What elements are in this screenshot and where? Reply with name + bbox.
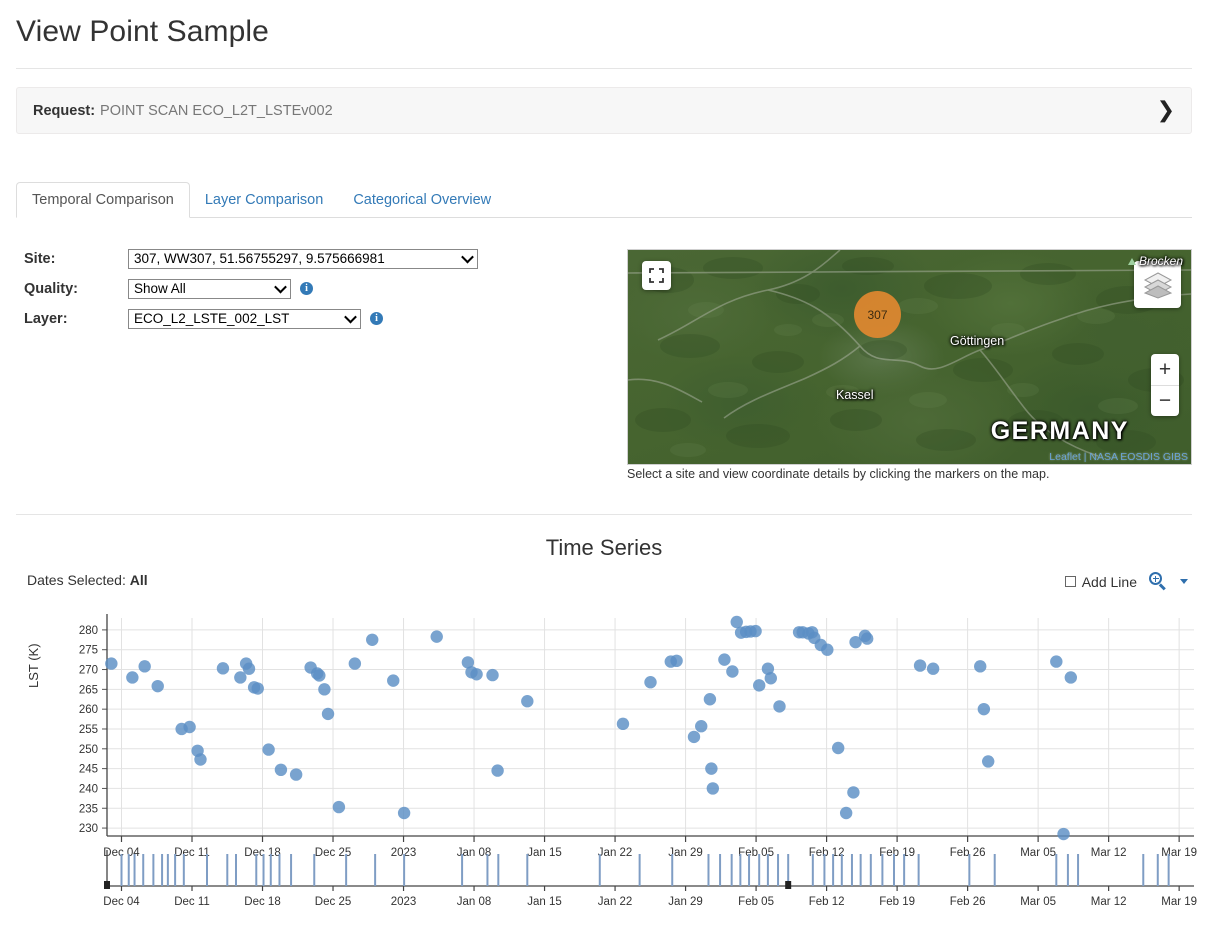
add-line-label: Add Line xyxy=(1081,573,1137,590)
svg-text:2023: 2023 xyxy=(391,896,417,908)
svg-text:250: 250 xyxy=(79,744,98,756)
layer-info-icon[interactable]: i xyxy=(370,312,383,325)
checkbox-box[interactable] xyxy=(1064,576,1076,587)
chevron-down-icon xyxy=(274,280,287,293)
svg-text:Jan 29: Jan 29 xyxy=(668,896,703,908)
map-canvas[interactable]: + − 307 Brocken Göttingen Kassel GERMANY… xyxy=(627,249,1192,465)
site-label: Site: xyxy=(24,250,56,267)
site-select-value: 307, WW307, 51.56755297, 9.575666981 xyxy=(134,251,385,266)
svg-text:260: 260 xyxy=(79,704,98,716)
request-bar[interactable]: Request: POINT SCAN ECO_L2T_LSTEv002 ❯ xyxy=(16,87,1192,134)
layers-glyph xyxy=(1143,271,1172,299)
chart-plot-area[interactable]: 230 235 240 245 250 255 260 265 270 275 280 Dec 04 D… xyxy=(0,600,1208,910)
page-title: View Point Sample xyxy=(16,15,269,48)
dates-selected: Dates Selected: All xyxy=(27,572,148,588)
timeseries-scatter-chart[interactable]: 230 235 240 245 250 255 260 265 270 275 280 Dec 04 D… xyxy=(0,600,1208,910)
svg-text:Feb 26: Feb 26 xyxy=(950,896,986,908)
quality-select-value: Show All xyxy=(134,281,186,296)
layer-select-value: ECO_L2_LSTE_002_LST xyxy=(134,311,290,326)
quality-info-icon[interactable]: i xyxy=(300,282,313,295)
map-caption: Select a site and view coordinate detail… xyxy=(627,467,1050,481)
tab-layer-comparison[interactable]: Layer Comparison xyxy=(190,183,338,217)
svg-text:235: 235 xyxy=(79,803,98,815)
layers-icon[interactable] xyxy=(1134,261,1181,308)
map-marker-label: 307 xyxy=(867,307,888,322)
map-zoom-controls: + − xyxy=(1151,354,1179,416)
svg-text:Dec 11: Dec 11 xyxy=(174,896,210,908)
svg-text:Jan 15: Jan 15 xyxy=(527,847,562,859)
svg-text:Mar 19: Mar 19 xyxy=(1161,847,1197,859)
tab-bar: Temporal Comparison Layer Comparison Cat… xyxy=(16,181,1192,218)
svg-text:Dec 18: Dec 18 xyxy=(244,847,280,859)
quality-select[interactable]: Show All xyxy=(128,278,291,299)
svg-text:230: 230 xyxy=(79,823,98,835)
filter-form: Site: 307, WW307, 51.56755297, 9.5756669… xyxy=(24,248,584,338)
svg-text:Jan 29: Jan 29 xyxy=(668,847,703,859)
svg-text:Mar 05: Mar 05 xyxy=(1020,847,1056,859)
svg-text:Feb 19: Feb 19 xyxy=(879,896,915,908)
svg-text:Mar 12: Mar 12 xyxy=(1091,847,1127,859)
page-root: View Point Sample Request: POINT SCAN EC… xyxy=(0,0,1208,927)
svg-text:255: 255 xyxy=(79,724,98,736)
map-texture xyxy=(628,250,1191,457)
layer-select[interactable]: ECO_L2_LSTE_002_LST xyxy=(128,308,361,329)
svg-text:Dec 04: Dec 04 xyxy=(103,896,140,908)
svg-text:Dec 18: Dec 18 xyxy=(244,896,280,908)
svg-text:Feb 19: Feb 19 xyxy=(879,847,915,859)
zoom-in-icon[interactable] xyxy=(1149,572,1168,591)
dates-selected-value: All xyxy=(129,572,148,588)
svg-text:Feb 12: Feb 12 xyxy=(809,847,845,859)
chart-controls: Add Line xyxy=(1064,572,1188,591)
tab-temporal-comparison[interactable]: Temporal Comparison xyxy=(16,181,190,218)
map-container: + − 307 Brocken Göttingen Kassel GERMANY… xyxy=(627,249,1192,465)
svg-text:Jan 15: Jan 15 xyxy=(527,896,562,908)
map-zoom-in-button[interactable]: + xyxy=(1151,354,1179,386)
quality-row: Quality: Show All i xyxy=(24,278,584,299)
quality-label: Quality: xyxy=(24,280,78,297)
svg-text:270: 270 xyxy=(79,665,98,677)
svg-text:Mar 12: Mar 12 xyxy=(1091,896,1127,908)
add-line-checkbox[interactable]: Add Line xyxy=(1064,573,1137,590)
map-zoom-out-button[interactable]: − xyxy=(1151,386,1179,417)
dates-selected-label: Dates Selected: xyxy=(27,572,126,588)
svg-text:Dec 11: Dec 11 xyxy=(174,847,210,859)
site-select[interactable]: 307, WW307, 51.56755297, 9.575666981 xyxy=(128,248,478,269)
magnifier-handle xyxy=(1159,583,1166,591)
layer-row: Layer: ECO_L2_LSTE_002_LST i xyxy=(24,308,584,329)
svg-text:Dec 25: Dec 25 xyxy=(315,896,351,908)
request-value: POINT SCAN ECO_L2T_LSTEv002 xyxy=(100,102,333,119)
section-divider xyxy=(16,514,1192,515)
magnifier-plus-v xyxy=(1154,575,1157,582)
svg-text:245: 245 xyxy=(79,764,98,776)
svg-text:275: 275 xyxy=(79,645,98,657)
svg-text:240: 240 xyxy=(79,783,98,795)
timeseries-title: Time Series xyxy=(545,535,663,560)
layer-label: Layer: xyxy=(24,310,68,327)
svg-text:Feb 05: Feb 05 xyxy=(738,896,774,908)
svg-text:Feb 26: Feb 26 xyxy=(950,847,986,859)
request-label: Request: xyxy=(33,102,96,119)
svg-text:265: 265 xyxy=(79,684,98,696)
svg-text:280: 280 xyxy=(79,625,98,637)
map-marker-307[interactable]: 307 xyxy=(854,291,901,338)
chevron-right-icon[interactable]: ❯ xyxy=(1157,99,1175,122)
chevron-down-icon xyxy=(344,310,357,323)
site-row: Site: 307, WW307, 51.56755297, 9.5756669… xyxy=(24,248,584,269)
tab-categorical-overview[interactable]: Categorical Overview xyxy=(338,183,506,217)
svg-text:Feb 12: Feb 12 xyxy=(809,896,845,908)
fullscreen-icon[interactable] xyxy=(642,261,671,290)
svg-text:Mar 05: Mar 05 xyxy=(1020,896,1056,908)
title-divider xyxy=(16,68,1192,69)
fullscreen-glyph xyxy=(649,268,664,283)
chart-zoom-dropdown-caret[interactable] xyxy=(1180,579,1188,584)
svg-text:Jan 22: Jan 22 xyxy=(598,896,633,908)
svg-text:Mar 19: Mar 19 xyxy=(1161,896,1197,908)
chevron-down-icon xyxy=(461,250,474,263)
svg-text:Jan 08: Jan 08 xyxy=(457,896,492,908)
map-attribution[interactable]: Leaflet | NASA EOSDIS GIBS xyxy=(1049,451,1188,463)
svg-text:Jan 22: Jan 22 xyxy=(598,847,633,859)
